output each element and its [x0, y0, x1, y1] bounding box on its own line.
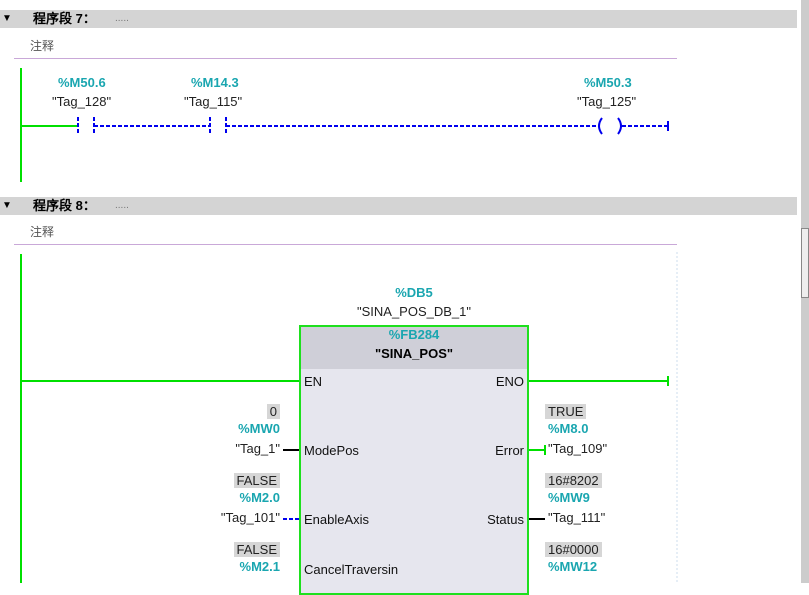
instance-db-address[interactable]: %DB5	[299, 285, 529, 300]
input-symbol[interactable]: "Tag_101"	[221, 510, 280, 525]
collapse-triangle-icon[interactable]: ▼	[2, 197, 12, 215]
network-comment[interactable]: 注释	[30, 223, 54, 240]
input-symbol[interactable]: "Tag_1"	[235, 441, 280, 456]
output-address[interactable]: %M8.0	[548, 421, 588, 436]
network-8-header[interactable]: ▼ 程序段 8： .....	[0, 197, 797, 215]
pin-enableaxis: EnableAxis	[304, 512, 370, 527]
pin-error: Error	[495, 443, 524, 458]
input-address[interactable]: %M2.0	[240, 490, 280, 505]
output-value: TRUE	[545, 404, 587, 419]
output-address[interactable]: %MW12	[548, 559, 597, 574]
input-address[interactable]: %M2.1	[240, 559, 280, 574]
coil-icon	[598, 117, 622, 135]
function-block[interactable]: %FB284 "SINA_POS" EN ENO ModePos EnableA…	[299, 325, 529, 595]
input-value: 0	[266, 404, 280, 419]
output-symbol[interactable]: "Tag_109"	[548, 441, 607, 456]
fb-address: %FB284	[388, 327, 440, 342]
pin-eno: ENO	[495, 374, 524, 389]
output-value: 16#8202	[545, 473, 602, 488]
pin-en: EN	[304, 374, 323, 389]
output-symbol[interactable]: "Tag_111"	[548, 510, 605, 525]
output-address[interactable]: %MW9	[548, 490, 590, 505]
contact-2	[209, 117, 227, 135]
instance-db-symbol[interactable]: "SINA_POS_DB_1"	[299, 304, 529, 319]
scrollbar-thumb[interactable]	[801, 228, 809, 298]
pin-canceltraversing: CancelTraversin	[304, 562, 399, 577]
block-header: %FB284 "SINA_POS"	[301, 327, 527, 369]
divider	[14, 244, 677, 245]
pin-status: Status	[487, 512, 524, 527]
input-value: FALSE	[233, 473, 280, 488]
network-title: 程序段 8：	[33, 198, 96, 213]
input-address[interactable]: %MW0	[238, 421, 280, 436]
pin-modepos: ModePos	[304, 443, 359, 458]
network-name-placeholder[interactable]: .....	[115, 197, 129, 215]
contact-1	[77, 117, 95, 135]
input-value: FALSE	[233, 542, 280, 557]
output-value: 16#0000	[545, 542, 602, 557]
fb-name: "SINA_POS"	[374, 346, 454, 361]
